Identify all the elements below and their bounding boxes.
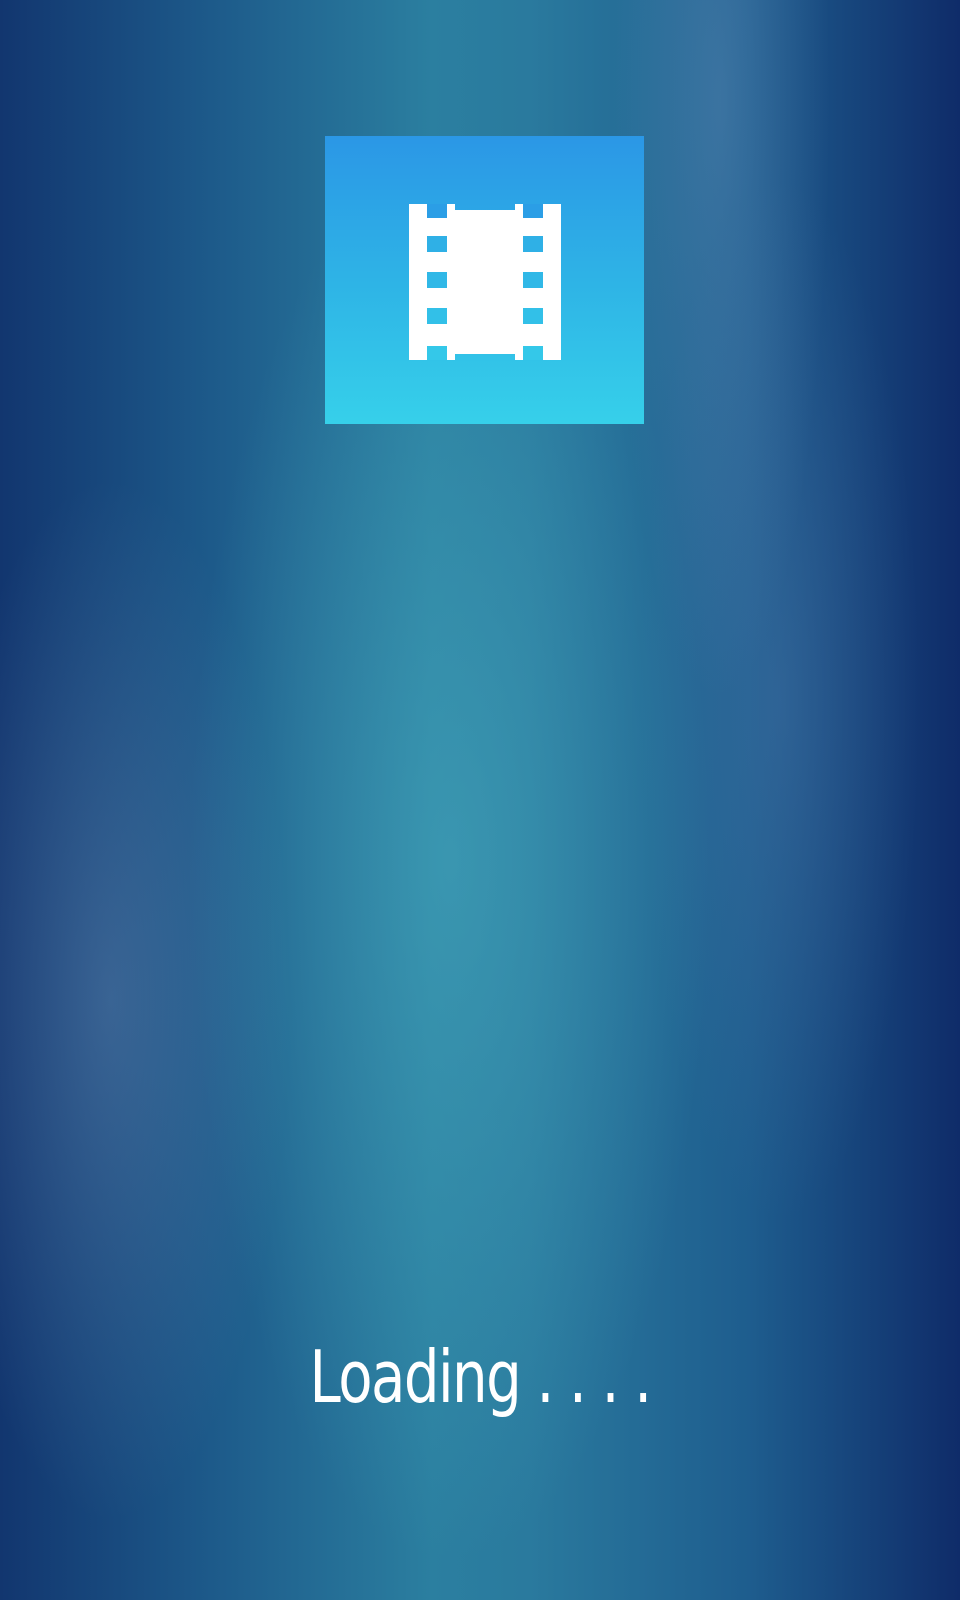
film-strip-icon [409,204,561,360]
splash-screen: Loading . . . . [0,0,960,1600]
app-logo-tile [325,136,644,424]
loading-status-text: Loading . . . . [309,1335,653,1419]
